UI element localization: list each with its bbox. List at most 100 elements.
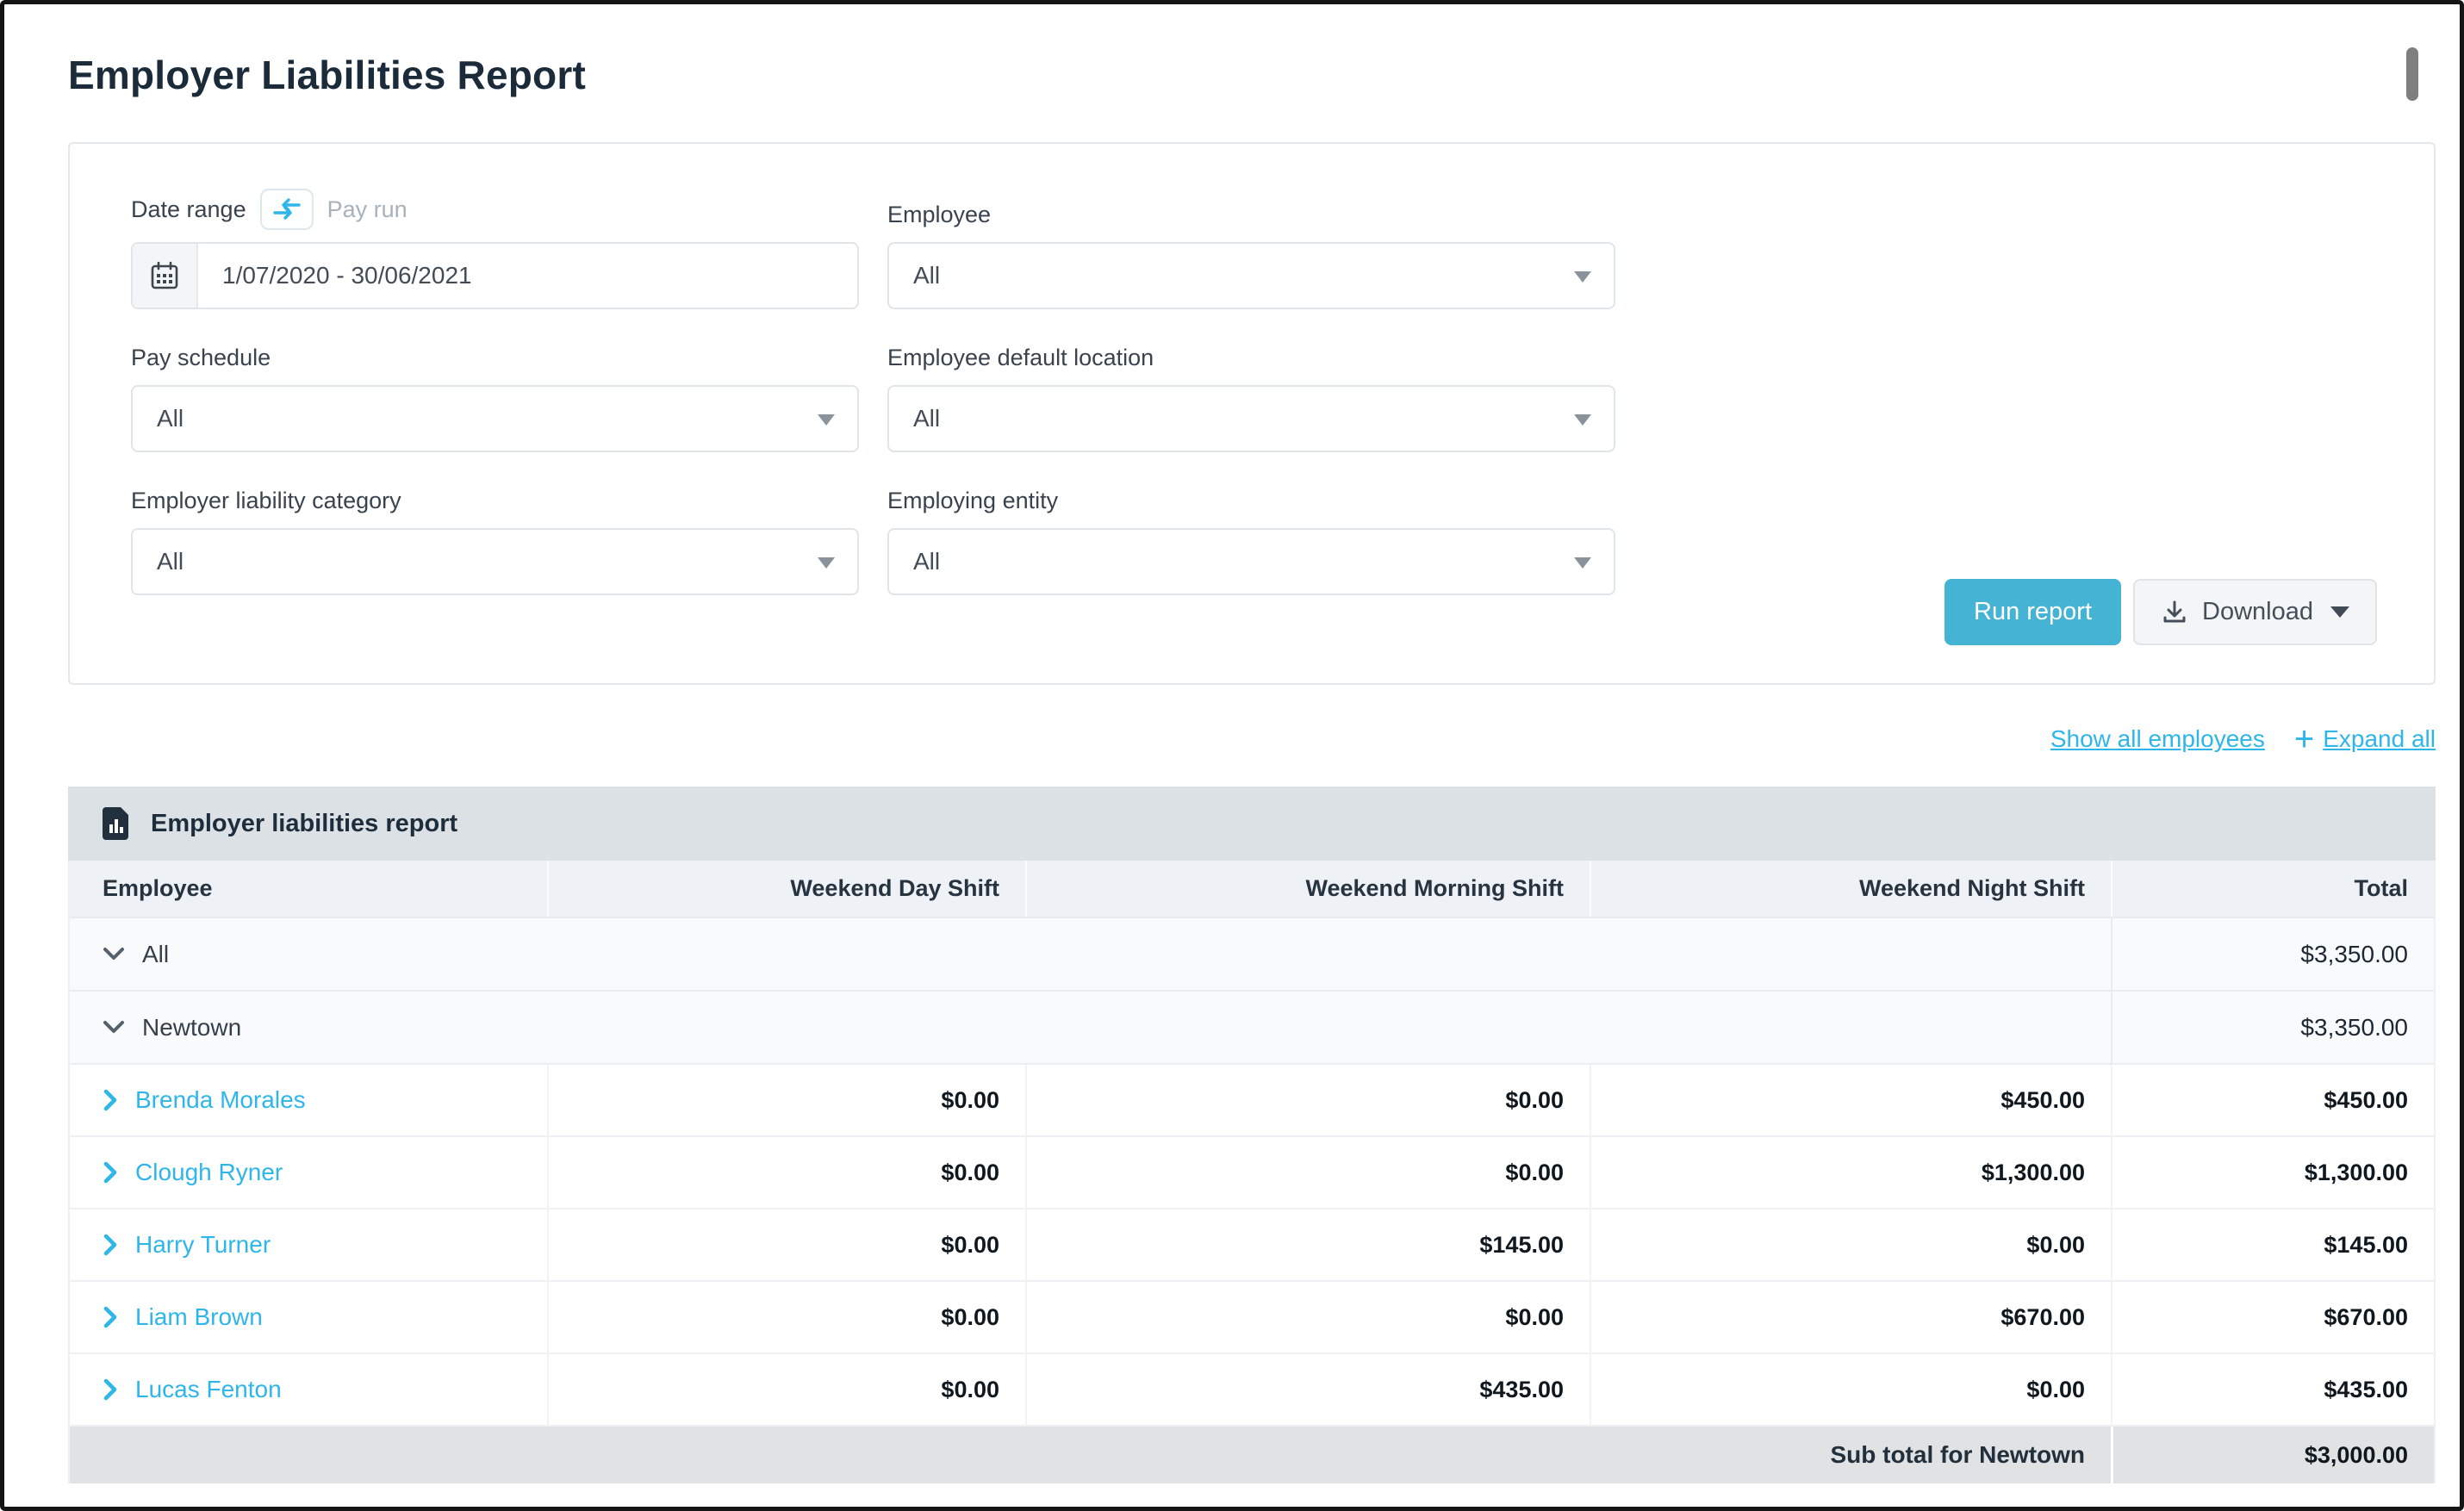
chevron-down-icon bbox=[103, 947, 125, 962]
group-label-all: All bbox=[142, 941, 169, 968]
subtotal-label: Sub total for Newtown bbox=[70, 1427, 2111, 1483]
chevron-right-icon bbox=[103, 1378, 118, 1401]
expand-all-link[interactable]: + Expand all bbox=[2294, 722, 2436, 756]
pay-schedule-field: Pay schedule All bbox=[131, 332, 859, 452]
subtotal-value: $3,000.00 bbox=[2111, 1427, 2434, 1483]
employee-default-location-select[interactable]: All bbox=[887, 385, 1615, 452]
employee-cell[interactable]: Liam Brown bbox=[70, 1282, 547, 1352]
caret-down-icon bbox=[2330, 606, 2349, 618]
weekend-day-shift-value: $0.00 bbox=[547, 1354, 1025, 1425]
employee-link[interactable]: Liam Brown bbox=[135, 1303, 263, 1331]
pay-schedule-select[interactable]: All bbox=[131, 385, 859, 452]
chevron-right-icon bbox=[103, 1089, 118, 1111]
total-value: $1,300.00 bbox=[2111, 1137, 2434, 1208]
calendar-button[interactable] bbox=[133, 244, 198, 308]
page-title: Employer Liabilities Report bbox=[68, 52, 586, 98]
caret-down-icon bbox=[1574, 414, 1591, 426]
calendar-icon bbox=[148, 259, 181, 292]
payrun-toggle-label[interactable]: Pay run bbox=[327, 196, 408, 223]
group-toggle-all[interactable]: All bbox=[70, 918, 2111, 990]
total-value: $145.00 bbox=[2111, 1209, 2434, 1280]
show-all-employees-link[interactable]: Show all employees bbox=[2050, 725, 2265, 753]
weekend-night-shift-value: $670.00 bbox=[1590, 1282, 2111, 1352]
chevron-down-icon bbox=[103, 1020, 125, 1035]
employer-liability-category-select-value: All bbox=[157, 548, 184, 575]
employing-entity-field: Employing entity All bbox=[887, 475, 1615, 595]
employee-link[interactable]: Brenda Morales bbox=[135, 1086, 306, 1114]
chevron-right-icon bbox=[103, 1161, 118, 1184]
weekend-morning-shift-value: $145.00 bbox=[1025, 1209, 1590, 1280]
group-row-all[interactable]: All $3,350.00 bbox=[70, 918, 2434, 992]
plus-icon: + bbox=[2294, 722, 2314, 756]
employee-cell[interactable]: Clough Ryner bbox=[70, 1137, 547, 1208]
total-value: $435.00 bbox=[2111, 1354, 2434, 1425]
filters-panel: Date range Pay run bbox=[68, 142, 2436, 685]
table-actions-row: Show all employees + Expand all bbox=[68, 722, 2436, 756]
download-button[interactable]: Download bbox=[2133, 579, 2377, 645]
date-range-field: Date range Pay run bbox=[131, 189, 859, 309]
column-header-total: Total bbox=[2111, 861, 2434, 917]
employee-label: Employee bbox=[887, 189, 1615, 228]
report-titlebar: Employer liabilities report bbox=[68, 787, 2436, 861]
date-range-value: 1/07/2020 - 30/06/2021 bbox=[198, 244, 472, 308]
table-row: Liam Brown $0.00 $0.00 $670.00 $670.00 bbox=[70, 1282, 2434, 1354]
employee-cell[interactable]: Brenda Morales bbox=[70, 1065, 547, 1135]
employee-link[interactable]: Clough Ryner bbox=[135, 1159, 283, 1186]
weekend-morning-shift-value: $0.00 bbox=[1025, 1282, 1590, 1352]
column-header-weekend-night-shift: Weekend Night Shift bbox=[1590, 861, 2111, 917]
swap-icon bbox=[272, 197, 302, 221]
employee-link[interactable]: Lucas Fenton bbox=[135, 1376, 282, 1403]
chevron-right-icon bbox=[103, 1306, 118, 1328]
caret-down-icon bbox=[1574, 271, 1591, 283]
weekend-day-shift-value: $0.00 bbox=[547, 1065, 1025, 1135]
caret-down-icon bbox=[818, 414, 835, 426]
date-range-input[interactable]: 1/07/2020 - 30/06/2021 bbox=[131, 242, 859, 309]
run-report-button[interactable]: Run report bbox=[1944, 579, 2121, 645]
weekend-day-shift-value: $0.00 bbox=[547, 1209, 1025, 1280]
pay-schedule-label: Pay schedule bbox=[131, 332, 859, 371]
subtotal-row: Sub total for Newtown $3,000.00 bbox=[70, 1427, 2434, 1483]
employee-cell[interactable]: Lucas Fenton bbox=[70, 1354, 547, 1425]
group-toggle-newtown[interactable]: Newtown bbox=[70, 992, 2111, 1063]
employee-select[interactable]: All bbox=[887, 242, 1615, 309]
employing-entity-select-value: All bbox=[913, 548, 940, 575]
chevron-right-icon bbox=[103, 1234, 118, 1256]
employee-default-location-field: Employee default location All bbox=[887, 332, 1615, 452]
download-button-label: Download bbox=[2202, 598, 2313, 626]
group-label-newtown: Newtown bbox=[142, 1014, 241, 1042]
filter-grid: Date range Pay run bbox=[70, 144, 2434, 618]
table-row: Lucas Fenton $0.00 $435.00 $0.00 $435.00 bbox=[70, 1354, 2434, 1427]
weekend-morning-shift-value: $435.00 bbox=[1025, 1354, 1590, 1425]
vertical-scrollbar-thumb[interactable] bbox=[2406, 47, 2418, 101]
weekend-morning-shift-value: $0.00 bbox=[1025, 1137, 1590, 1208]
weekend-morning-shift-value: $0.00 bbox=[1025, 1065, 1590, 1135]
date-payrun-toggle-button[interactable] bbox=[260, 189, 314, 230]
employee-default-location-label: Employee default location bbox=[887, 332, 1615, 371]
employer-liability-category-field: Employer liability category All bbox=[131, 475, 859, 595]
table-row: Clough Ryner $0.00 $0.00 $1,300.00 $1,30… bbox=[70, 1137, 2434, 1209]
employing-entity-label: Employing entity bbox=[887, 475, 1615, 514]
weekend-night-shift-value: $450.00 bbox=[1590, 1065, 2111, 1135]
caret-down-icon bbox=[818, 557, 835, 569]
total-value: $670.00 bbox=[2111, 1282, 2434, 1352]
group-total-newtown: $3,350.00 bbox=[2111, 992, 2434, 1063]
employee-field: Employee All bbox=[887, 189, 1615, 309]
download-icon bbox=[2161, 599, 2188, 626]
employer-liability-category-label: Employer liability category bbox=[131, 475, 859, 514]
total-value: $450.00 bbox=[2111, 1065, 2434, 1135]
group-row-newtown[interactable]: Newtown $3,350.00 bbox=[70, 992, 2434, 1065]
employing-entity-select[interactable]: All bbox=[887, 528, 1615, 595]
weekend-night-shift-value: $0.00 bbox=[1590, 1354, 2111, 1425]
employee-select-value: All bbox=[913, 262, 940, 289]
report-chart-icon bbox=[101, 805, 132, 842]
employee-link[interactable]: Harry Turner bbox=[135, 1231, 271, 1259]
column-header-employee: Employee bbox=[70, 861, 547, 917]
weekend-night-shift-value: $0.00 bbox=[1590, 1209, 2111, 1280]
column-header-weekend-day-shift: Weekend Day Shift bbox=[547, 861, 1025, 917]
employer-liability-category-select[interactable]: All bbox=[131, 528, 859, 595]
weekend-night-shift-value: $1,300.00 bbox=[1590, 1137, 2111, 1208]
expand-all-link-label: Expand all bbox=[2323, 725, 2436, 753]
caret-down-icon bbox=[1574, 557, 1591, 569]
pay-schedule-select-value: All bbox=[157, 405, 184, 432]
employee-cell[interactable]: Harry Turner bbox=[70, 1209, 547, 1280]
